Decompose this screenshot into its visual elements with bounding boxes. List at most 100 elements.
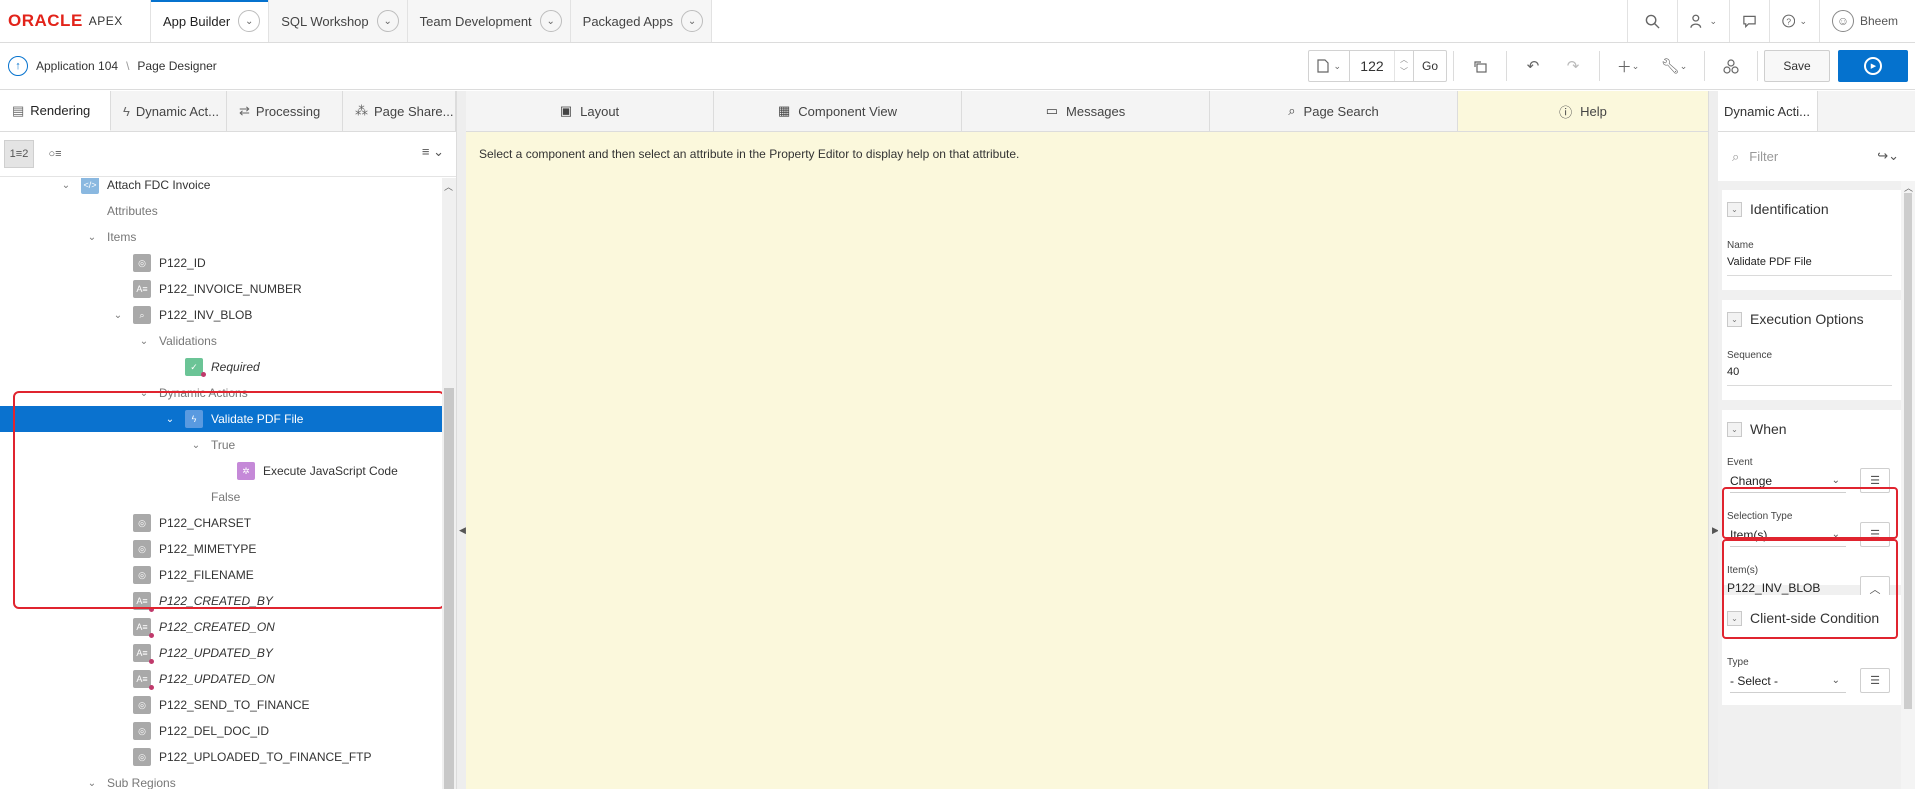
oracle-apex-logo[interactable]: ORACLE APEX	[0, 0, 150, 42]
lock-page-icon[interactable]	[1460, 50, 1500, 82]
tab-page-shared-components[interactable]: ⁂ Page Share...	[343, 91, 456, 131]
collapse-left-icon[interactable]: ◀	[459, 525, 466, 536]
chevron-down-icon[interactable]: ⌄	[1727, 311, 1742, 327]
group-view-button[interactable]: ○≡	[40, 140, 70, 168]
page-selector: ⌄ 122 ︿ ﹀ Go	[1308, 50, 1447, 82]
group-header[interactable]: ⌄ When	[1722, 410, 1901, 448]
tab-processing[interactable]: ⇄ Processing	[227, 91, 343, 131]
group-header[interactable]: ⌄ Execution Options	[1722, 300, 1901, 338]
tree-node-attributes[interactable]: Attributes	[0, 198, 442, 224]
chevron-down-icon[interactable]: ⌄	[1727, 201, 1742, 217]
tree-node-item[interactable]: ◎ P122_UPLOADED_TO_FINANCE_FTP	[0, 744, 442, 770]
select-value: Change	[1730, 473, 1773, 488]
nav-tab-packaged-apps[interactable]: Packaged Apps ⌄	[570, 0, 713, 42]
filter-input[interactable]: Filter	[1749, 149, 1778, 164]
breadcrumb-application[interactable]: Application 104	[36, 59, 118, 73]
scrollbar-thumb[interactable]	[444, 388, 454, 789]
tree-node-item[interactable]: A≡ P122_CREATED_ON	[0, 614, 442, 640]
user-menu[interactable]: ☺ Bheem	[1819, 0, 1915, 42]
nav-tab-team-development[interactable]: Team Development ⌄	[407, 0, 571, 42]
page-designer-toolbar: ↑ Application 104 \ Page Designer ⌄ 122 …	[0, 43, 1915, 90]
breadcrumb-separator: \	[126, 59, 130, 73]
required-dot-icon	[149, 633, 154, 638]
tree-menu-icon[interactable]: ≡ ⌄	[422, 144, 444, 160]
property-scrollbar[interactable]: ︿	[1901, 181, 1915, 789]
chevron-down-icon[interactable]: ⌄	[681, 10, 704, 32]
administration-icon[interactable]: ⌄	[1677, 0, 1729, 42]
right-splitter[interactable]: ▶	[1708, 91, 1719, 789]
tree-node-item[interactable]: A≡ P122_UPDATED_ON	[0, 666, 442, 692]
save-button[interactable]: Save	[1764, 50, 1830, 82]
tree-node-item[interactable]: A≡ P122_UPDATED_BY	[0, 640, 442, 666]
chevron-down-icon[interactable]: ⌄	[137, 336, 151, 347]
tab-dynamic-action-properties[interactable]: Dynamic Acti...	[1718, 91, 1818, 131]
nav-tab-sql-workshop[interactable]: SQL Workshop ⌄	[269, 0, 408, 42]
name-field[interactable]: Validate PDF File	[1727, 256, 1892, 276]
page-number-input[interactable]: 122	[1350, 51, 1394, 81]
divider	[1704, 51, 1705, 81]
tab-page-search[interactable]: ⌕ Page Search	[1210, 91, 1458, 131]
chevron-down-icon[interactable]: ⌄	[1727, 421, 1742, 437]
wrench-utilities-icon[interactable]: 🔧︎ ⌄	[1650, 50, 1698, 82]
arrow-up-icon[interactable]: ↑	[8, 56, 28, 76]
redo-icon[interactable]: ↷	[1553, 50, 1593, 82]
tab-label: Dynamic Act...	[135, 103, 219, 119]
page-icon[interactable]: ⌄	[1309, 51, 1350, 81]
tree-toolbar: 1≡2 ○≡ ≡ ⌄	[0, 132, 462, 177]
scroll-up-icon[interactable]: ︿	[444, 180, 453, 193]
group-title: Execution Options	[1750, 311, 1864, 327]
undo-icon[interactable]: ↶	[1513, 50, 1553, 82]
condition-type-select[interactable]: - Select - ⌄	[1730, 669, 1846, 693]
tab-component-view[interactable]: ▦ Component View	[714, 91, 962, 131]
tab-help[interactable]: ⓘ Help	[1458, 91, 1708, 131]
nav-tab-app-builder[interactable]: App Builder ⌄	[150, 0, 270, 42]
sequence-field[interactable]: 40	[1727, 366, 1892, 386]
tree-label: P122_DEL_DOC_ID	[159, 724, 270, 738]
scrollbar-thumb[interactable]	[1904, 193, 1912, 709]
search-icon[interactable]	[1627, 0, 1677, 42]
tree-node-sub-regions[interactable]: ⌄ Sub Regions	[0, 770, 442, 789]
left-splitter[interactable]: ◀	[456, 91, 466, 789]
tree-label: Attach FDC Invoice	[107, 178, 211, 192]
chevron-down-icon: ⌄	[1831, 475, 1840, 486]
tree-label: Validations	[159, 334, 217, 348]
tree-scrollbar[interactable]: ︿	[442, 178, 456, 789]
go-to-group-icon[interactable]: ↪⌄	[1877, 148, 1899, 164]
chevron-down-icon[interactable]: ⌄	[111, 310, 125, 321]
text-field-item-icon: A≡	[133, 644, 151, 662]
tab-messages[interactable]: ▭ Messages	[962, 91, 1210, 131]
chevron-down-icon[interactable]: ⌄	[85, 232, 99, 243]
group-header[interactable]: ⌄ Identification	[1722, 190, 1901, 228]
chat-icon[interactable]	[1729, 0, 1769, 42]
page-number-stepper[interactable]: ︿ ﹀	[1393, 51, 1413, 81]
shared-components-icon[interactable]	[1711, 50, 1751, 82]
tab-layout[interactable]: ▣ Layout	[466, 91, 714, 131]
center-pane: ▣ Layout ▦ Component View ▭ Messages ⌕ P…	[466, 91, 1708, 789]
tree-node-item[interactable]: A≡ P122_INVOICE_NUMBER	[0, 276, 442, 302]
tree-node-item[interactable]: ◎ P122_SEND_TO_FINANCE	[0, 692, 442, 718]
chevron-down-icon[interactable]: ⌄	[238, 10, 261, 32]
chevron-down-icon[interactable]: ⌄	[539, 10, 562, 32]
chevron-down-icon[interactable]: ⌄	[376, 10, 399, 32]
chevron-down-icon[interactable]: ⌄	[85, 778, 99, 789]
run-page-button[interactable]: ▶	[1838, 50, 1908, 82]
go-button[interactable]: Go	[1412, 51, 1446, 81]
list-of-values-button[interactable]: ☰	[1860, 668, 1890, 693]
search-icon: ⌕	[1732, 148, 1740, 164]
tree-node-region[interactable]: ⌄ </> Attach FDC Invoice	[0, 178, 442, 198]
tree-node-item[interactable]: ⌄ ⌕ P122_INV_BLOB	[0, 302, 442, 328]
help-icon[interactable]: ? ⌄	[1769, 0, 1819, 42]
tab-rendering[interactable]: ▤ Rendering	[0, 91, 111, 131]
tree-node-item[interactable]: ◎ P122_DEL_DOC_ID	[0, 718, 442, 744]
chevron-down-icon[interactable]: ⌄	[59, 180, 73, 191]
text-field-item-icon: A≡	[133, 280, 151, 298]
tree-node-validations[interactable]: ⌄ Validations	[0, 328, 442, 354]
tree-view-button[interactable]: 1≡2	[4, 140, 34, 168]
tab-dynamic-actions[interactable]: ϟ Dynamic Act...	[111, 91, 227, 131]
tree-node-item[interactable]: ◎ P122_ID	[0, 250, 442, 276]
nav-right-group: ⌄ ? ⌄ ☺ Bheem	[1627, 0, 1915, 42]
tree-node-items[interactable]: ⌄ Items	[0, 224, 442, 250]
tree-node-validation[interactable]: ✓ Required	[0, 354, 442, 380]
svg-text:?: ?	[1786, 16, 1791, 26]
create-menu-icon[interactable]: ＋ ⌄	[1606, 50, 1650, 82]
